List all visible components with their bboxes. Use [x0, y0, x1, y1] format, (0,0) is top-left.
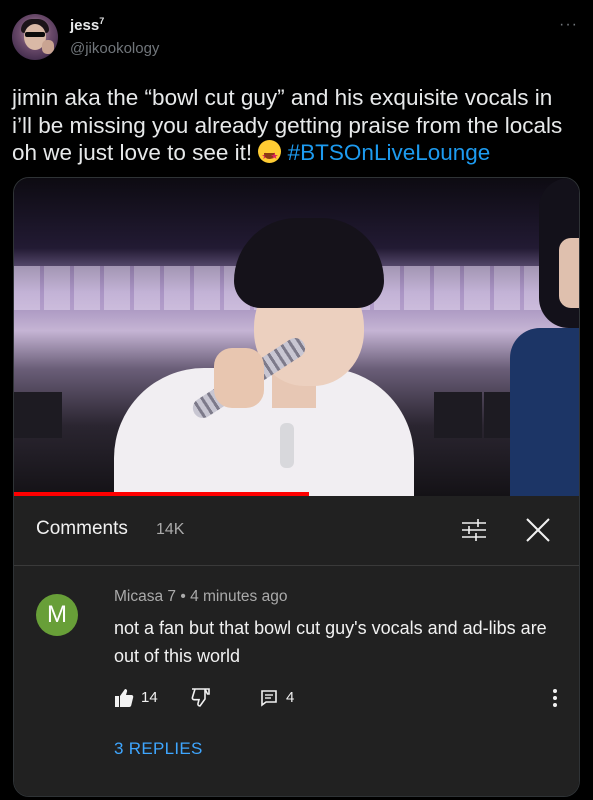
close-icon[interactable]: [524, 516, 552, 544]
thumbs-down-icon[interactable]: [191, 688, 211, 708]
media-card[interactable]: Comments 14K M Micasa 7 • 4 minutes ago …: [13, 177, 580, 797]
thumbs-up-icon[interactable]: [114, 688, 134, 708]
comments-count: 14K: [156, 521, 185, 538]
star-struck-emoji-icon: [258, 140, 282, 171]
comment-text: not a fan but that bowl cut guy's vocals…: [114, 618, 547, 666]
comments-panel: Comments 14K M Micasa 7 • 4 minutes ago …: [14, 496, 579, 796]
tweet-text-line: i’ll be missing you already getting prai…: [12, 112, 563, 138]
user-display-name[interactable]: jess7: [70, 16, 104, 34]
user-handle[interactable]: @jikookology: [70, 40, 159, 57]
meta-separator: •: [180, 588, 186, 605]
like-count: 14: [141, 689, 158, 706]
view-replies-button[interactable]: 3 REPLIES: [114, 739, 203, 759]
tweet-text-line: jimin aka the “bowl cut guy” and his exq…: [12, 85, 553, 110]
video-frame[interactable]: [14, 178, 579, 496]
comment-time: 4 minutes ago: [190, 588, 288, 605]
tweet-text-line: oh we just love to see it! #BTSOnLiveLou…: [12, 139, 584, 171]
comment-author[interactable]: Micasa 7: [114, 588, 176, 605]
comment-item: M Micasa 7 • 4 minutes ago not a fan but…: [14, 586, 579, 796]
user-avatar[interactable]: [12, 14, 58, 60]
commenter-avatar[interactable]: M: [36, 594, 78, 636]
tweet-header: jess7 @jikookology ···: [12, 14, 582, 62]
comments-title: Comments: [36, 518, 128, 539]
filter-sliders-icon[interactable]: [460, 518, 488, 542]
comments-header: Comments 14K: [14, 496, 579, 566]
kebab-menu-icon[interactable]: [552, 687, 558, 709]
comment-actions: 14 4: [114, 686, 564, 714]
comment-meta: Micasa 7 • 4 minutes ago: [114, 588, 287, 606]
reply-count: 4: [286, 689, 295, 706]
more-horizontal-icon[interactable]: ···: [559, 16, 578, 34]
tweet-text: jimin aka the “bowl cut guy” and his exq…: [12, 84, 584, 171]
hashtag-link[interactable]: #BTSOnLiveLounge: [288, 140, 491, 165]
second-figure: [510, 328, 579, 496]
reply-icon[interactable]: [260, 689, 278, 707]
singer-figure: [94, 218, 434, 496]
